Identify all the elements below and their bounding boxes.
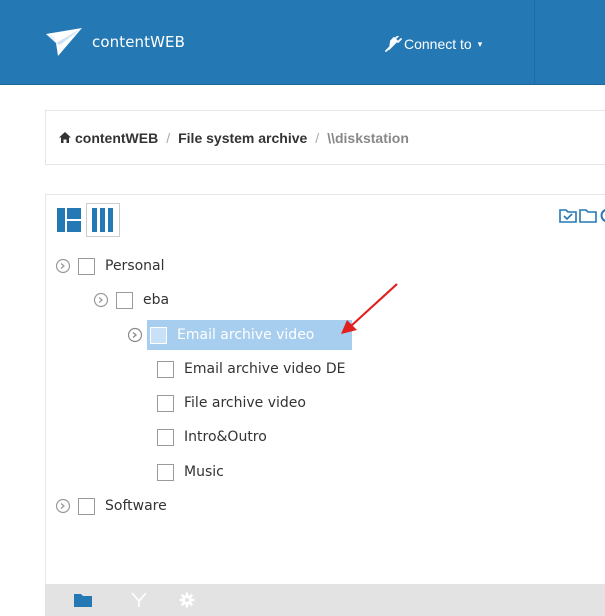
connect-to-dropdown[interactable]: Connect to ▾ [384, 36, 482, 52]
brand[interactable]: contentWEB [44, 26, 185, 58]
tree-toolbar [559, 207, 605, 223]
columns-view-button[interactable] [86, 203, 120, 237]
view-switch [52, 203, 120, 237]
breadcrumb-separator: / [315, 129, 320, 146]
connect-to-label: Connect to [404, 36, 472, 52]
tree-node-label: Email archive video DE [184, 361, 346, 377]
top-navbar: contentWEB Connect to ▾ [0, 0, 605, 85]
breadcrumb-home[interactable]: contentWEB [59, 130, 158, 146]
checkbox[interactable] [157, 463, 174, 481]
checkbox[interactable] [150, 326, 167, 344]
expand-icon[interactable] [93, 292, 109, 308]
bottom-toolbar [45, 584, 605, 616]
gear-icon[interactable] [177, 592, 197, 608]
folder-icon[interactable] [579, 207, 597, 223]
breadcrumb: contentWEB / File system archive / \\dis… [45, 110, 605, 165]
tree-node-email-archive-video-de[interactable]: Email archive video DE [157, 354, 345, 384]
checkbox[interactable] [78, 257, 95, 275]
chevron-down-icon: ▾ [477, 38, 483, 49]
expand-icon[interactable] [55, 258, 71, 274]
tree-node-email-archive-video[interactable]: Email archive video [127, 320, 314, 350]
brand-name: contentWEB [92, 33, 186, 51]
tree-node-eba[interactable]: eba [93, 285, 169, 315]
checkbox[interactable] [116, 291, 133, 309]
tree-node-file-archive-video[interactable]: File archive video [157, 388, 306, 418]
checkbox[interactable] [157, 394, 174, 412]
breadcrumb-home-label: contentWEB [75, 129, 159, 146]
tree-node-music[interactable]: Music [157, 457, 224, 487]
annotation-arrow-icon [341, 283, 398, 334]
checkbox[interactable] [78, 497, 95, 515]
plug-icon [385, 36, 402, 52]
expand-icon[interactable] [55, 498, 71, 514]
breadcrumb-item-diskstation: \\diskstation [327, 129, 409, 146]
tree-node-label: File archive video [184, 395, 306, 411]
paper-plane-logo-icon [46, 28, 82, 56]
tree-node-personal[interactable]: Personal [55, 251, 165, 281]
tree-panel: Personal eba Email archive video Email a… [45, 194, 605, 616]
tree-node-label: Intro&Outro [184, 429, 267, 445]
tree-node-label: eba [143, 292, 170, 308]
checkbox[interactable] [157, 360, 174, 378]
columns-view-icon [92, 208, 113, 232]
expand-icon[interactable] [127, 327, 143, 343]
split-view-icon [57, 208, 81, 232]
breadcrumb-item-file-system-archive[interactable]: File system archive [178, 130, 307, 146]
filter-icon[interactable] [129, 592, 149, 608]
breadcrumb-separator: / [166, 129, 171, 146]
navbar-divider [534, 0, 535, 85]
check-folder-icon[interactable] [559, 207, 577, 223]
tree-node-label: Personal [105, 258, 165, 274]
home-icon [59, 132, 71, 143]
folder-icon[interactable] [73, 592, 93, 608]
tree-node-software[interactable]: Software [55, 491, 167, 521]
split-view-button[interactable] [52, 203, 86, 237]
refresh-icon[interactable] [599, 207, 605, 223]
tree-node-label: Email archive video [177, 327, 315, 343]
tree-node-label: Music [184, 464, 224, 480]
tree-node-intro-outro[interactable]: Intro&Outro [157, 422, 267, 452]
tree-node-label: Software [105, 498, 167, 514]
checkbox[interactable] [157, 428, 174, 446]
